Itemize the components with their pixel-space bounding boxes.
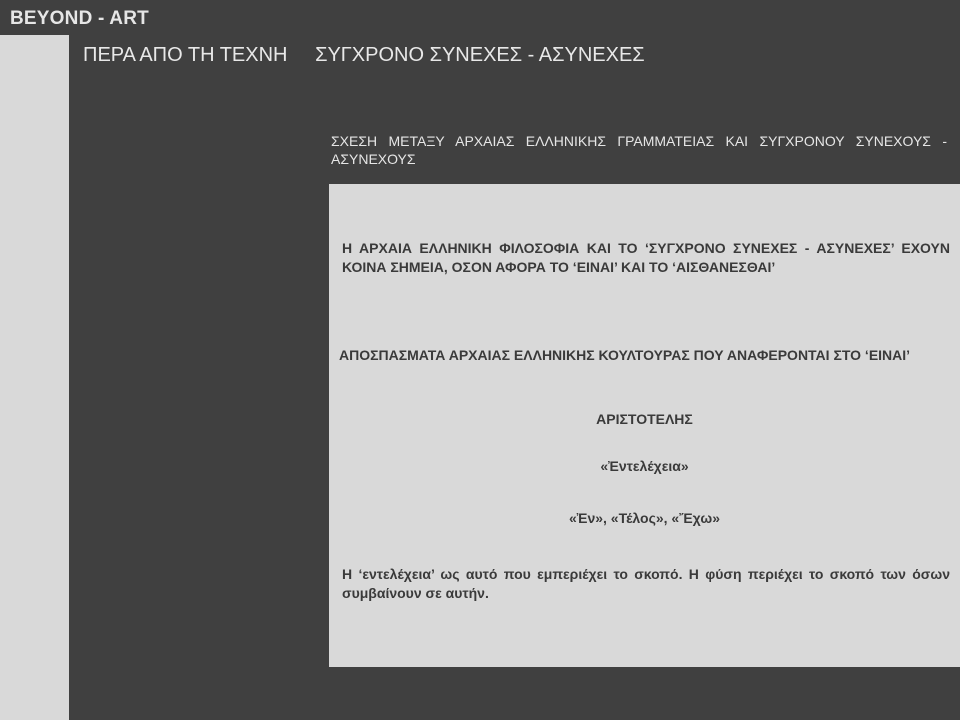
content-panel: Η ΑΡΧΑΙΑ ΕΛΛΗΝΙΚΗ ΦΙΛΟΣΟΦΙΑ ΚΑΙ ΤΟ ‘ΣΥΓΧ… <box>329 184 960 667</box>
intro-paragraph: Η ΑΡΧΑΙΑ ΕΛΛΗΝΙΚΗ ΦΙΛΟΣΟΦΙΑ ΚΑΙ ΤΟ ‘ΣΥΓΧ… <box>342 240 950 275</box>
term-components: «Ἐν», «Τέλος», «Ἔχω» <box>568 510 721 526</box>
site-title[interactable]: BEYOND - ART <box>10 8 149 30</box>
closing-paragraph: Η ‘εντελέχεια’ ως αυτό που εμπεριέχει το… <box>342 566 950 601</box>
top-navigation: ΠΕΡΑ ΑΠΟ ΤΗ ΤΕΧΝΗ ΣΥΓΧΡΟΝΟ ΣΥΝΕΧΕΣ - ΑΣΥ… <box>83 43 645 67</box>
author-name: ΑΡΙΣΤΟΤΕΛΗΣ <box>596 411 693 427</box>
nav-link-contemporary-continuous[interactable]: ΣΥΓΧΡΟΝΟ ΣΥΝΕΧΕΣ - ΑΣΥΝΕΧΕΣ <box>315 43 645 67</box>
term-entelecheia: «Ἐντελέχεια» <box>600 458 689 474</box>
left-sidebar-strip <box>0 35 69 720</box>
section-heading: ΣΧΕΣΗ ΜΕΤΑΞΥ ΑΡΧΑΙΑΣ ΕΛΛΗΝΙΚΗΣ ΓΡΑΜΜΑΤΕΙ… <box>331 133 947 167</box>
excerpts-heading: ΑΠΟΣΠΑΣΜΑΤΑ ΑΡΧΑΙΑΣ ΕΛΛΗΝΙΚΗΣ ΚΟΥΛΤΟΥΡΑΣ… <box>339 347 911 363</box>
nav-link-beyond-art[interactable]: ΠΕΡΑ ΑΠΟ ΤΗ ΤΕΧΝΗ <box>83 43 288 67</box>
page: BEYOND - ART ΠΕΡΑ ΑΠΟ ΤΗ ΤΕΧΝΗ ΣΥΓΧΡΟΝΟ … <box>0 0 960 720</box>
